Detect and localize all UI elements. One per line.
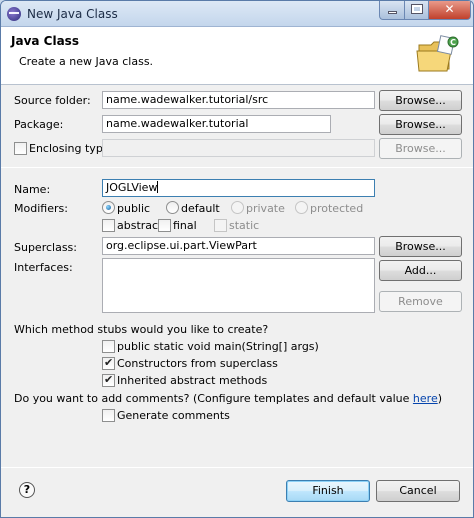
superclass-browse-button[interactable]: Browse... <box>379 236 462 257</box>
stub-inherited-checkbox[interactable] <box>102 373 115 387</box>
interfaces-remove-button[interactable]: Remove <box>379 291 462 312</box>
modifier-abstract-label: abstract <box>117 219 163 232</box>
modifier-private-label: private <box>246 202 285 215</box>
maximize-button[interactable] <box>404 1 429 20</box>
stub-constructors-label: Constructors from superclass <box>117 357 278 370</box>
stub-main-label: public static void main(String[] args) <box>117 340 319 353</box>
stub-constructors-checkbox[interactable] <box>102 356 115 370</box>
stub-inherited-label: Inherited abstract methods <box>117 374 268 387</box>
interfaces-label: Interfaces: <box>14 261 73 274</box>
superclass-label: Superclass: <box>14 241 77 254</box>
java-class-folder-icon: C <box>416 35 459 72</box>
package-label: Package: <box>14 118 64 131</box>
help-icon[interactable]: ? <box>19 482 35 498</box>
source-folder-browse-button[interactable]: Browse... <box>379 90 462 111</box>
footer-separator <box>1 467 473 468</box>
title-bar[interactable]: New Java Class ✕ <box>1 1 473 27</box>
modifier-final-checkbox[interactable] <box>158 219 171 232</box>
package-browse-button[interactable]: Browse... <box>379 114 462 135</box>
maximize-icon <box>411 4 423 14</box>
superclass-input[interactable]: org.eclipse.ui.part.ViewPart <box>102 237 375 255</box>
banner-description: Create a new Java class. <box>19 55 154 68</box>
modifier-default-radio[interactable] <box>166 201 179 214</box>
modifier-protected-radio[interactable] <box>295 201 308 214</box>
separator <box>1 167 473 168</box>
modifier-protected-label: protected <box>310 202 364 215</box>
method-stubs-question: Which method stubs would you like to cre… <box>14 323 269 336</box>
svg-text:C: C <box>450 38 456 47</box>
wizard-banner: Java Class Create a new Java class. C <box>1 27 473 85</box>
enclosing-type-label: Enclosing type: <box>29 142 114 155</box>
comments-question-end: ) <box>437 392 443 405</box>
text-caret <box>157 181 159 193</box>
eclipse-icon <box>7 7 21 21</box>
enclosing-type-browse-button[interactable]: Browse... <box>379 138 462 159</box>
modifier-abstract-checkbox[interactable] <box>102 219 115 232</box>
new-java-class-dialog: New Java Class ✕ Java Class Create a new… <box>0 0 474 518</box>
modifier-default-label: default <box>181 202 220 215</box>
modifier-public-radio[interactable] <box>102 201 115 214</box>
source-folder-input[interactable]: name.wadewalker.tutorial/src <box>102 91 375 109</box>
cancel-button[interactable]: Cancel <box>376 480 460 502</box>
configure-templates-link[interactable]: here <box>413 392 438 405</box>
modifier-public-label: public <box>117 202 151 215</box>
enclosing-type-checkbox[interactable] <box>14 142 27 155</box>
generate-comments-label: Generate comments <box>117 409 230 422</box>
close-icon: ✕ <box>444 2 455 16</box>
minimize-icon <box>388 11 397 14</box>
finish-button[interactable]: Finish <box>286 480 370 502</box>
close-button[interactable]: ✕ <box>428 1 471 20</box>
source-folder-label: Source folder: <box>14 94 91 107</box>
window-title: New Java Class <box>27 7 118 21</box>
interfaces-add-button[interactable]: Add... <box>379 260 462 281</box>
name-input[interactable]: JOGLView <box>102 179 375 197</box>
minimize-button[interactable] <box>379 1 405 20</box>
modifier-private-radio[interactable] <box>231 201 244 214</box>
modifier-static-checkbox[interactable] <box>214 219 227 232</box>
package-input[interactable]: name.wadewalker.tutorial <box>102 115 331 133</box>
name-value: JOGLView <box>106 181 158 194</box>
enclosing-type-input[interactable] <box>102 139 375 157</box>
modifier-final-label: final <box>173 219 197 232</box>
modifier-static-label: static <box>229 219 260 232</box>
name-label: Name: <box>14 183 51 196</box>
generate-comments-checkbox[interactable] <box>102 409 115 422</box>
stub-main-checkbox[interactable] <box>102 340 115 353</box>
interfaces-list[interactable] <box>102 258 375 313</box>
comments-question-text: Do you want to add comments? (Configure … <box>14 392 413 405</box>
banner-title: Java Class <box>11 34 79 48</box>
comments-question: Do you want to add comments? (Configure … <box>14 392 442 405</box>
modifiers-label: Modifiers: <box>14 202 68 215</box>
